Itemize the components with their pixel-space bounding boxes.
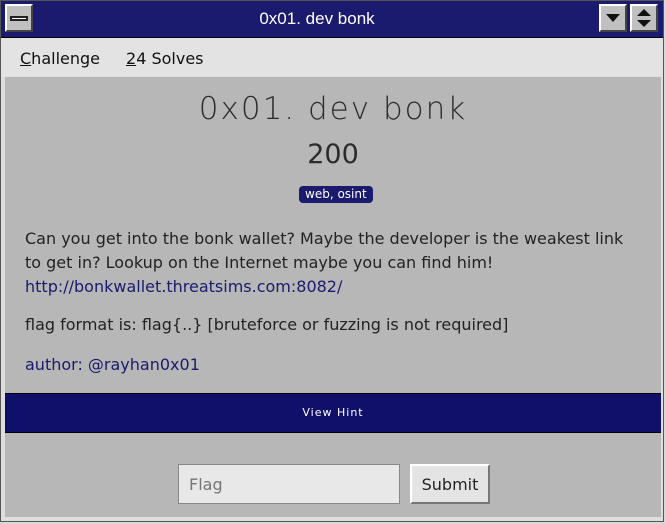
challenge-panel: 0x01. dev bonk 200 web, osint Can you ge… <box>5 77 661 517</box>
menu-solves[interactable]: 24 Solves <box>126 49 204 68</box>
menu-challenge[interactable]: Challenge <box>20 49 100 68</box>
menu-challenge-label: hallenge <box>31 49 100 68</box>
minimize-button[interactable] <box>599 4 627 32</box>
challenge-points: 200 <box>307 139 359 170</box>
description-text: Can you get into the bonk wallet? Maybe … <box>25 229 624 272</box>
triangle-up-down-icon <box>637 9 651 27</box>
maximize-button[interactable] <box>630 4 658 32</box>
triangle-down-icon <box>606 14 620 22</box>
view-hint-button[interactable]: View Hint <box>5 393 661 433</box>
flag-input[interactable] <box>178 464 400 504</box>
window-title: 0x01. dev bonk <box>259 9 375 28</box>
menu-bar: Challenge 24 Solves <box>1 38 663 76</box>
menu-solves-label: 4 Solves <box>136 49 204 68</box>
submit-button[interactable]: Submit <box>410 464 490 504</box>
challenge-window: 0x01. dev bonk Challenge 24 Solves 0x01.… <box>0 0 664 522</box>
menu-solves-accelerator: 2 <box>126 49 137 68</box>
window-close-button[interactable] <box>5 4 33 32</box>
close-icon <box>10 15 28 21</box>
challenge-tags-badge: web, osint <box>299 186 373 203</box>
author-link[interactable]: author: @rayhan0x01 <box>25 355 200 374</box>
menu-challenge-accelerator: C <box>20 49 32 68</box>
challenge-description: Can you get into the bonk wallet? Maybe … <box>25 227 635 299</box>
challenge-url-link[interactable]: http://bonkwallet.threatsims.com:8082/ <box>25 277 342 296</box>
flag-format-text: flag format is: flag{..} [bruteforce or … <box>25 315 509 334</box>
challenge-name: 0x01. dev bonk <box>198 91 468 127</box>
title-bar: 0x01. dev bonk <box>1 1 663 38</box>
